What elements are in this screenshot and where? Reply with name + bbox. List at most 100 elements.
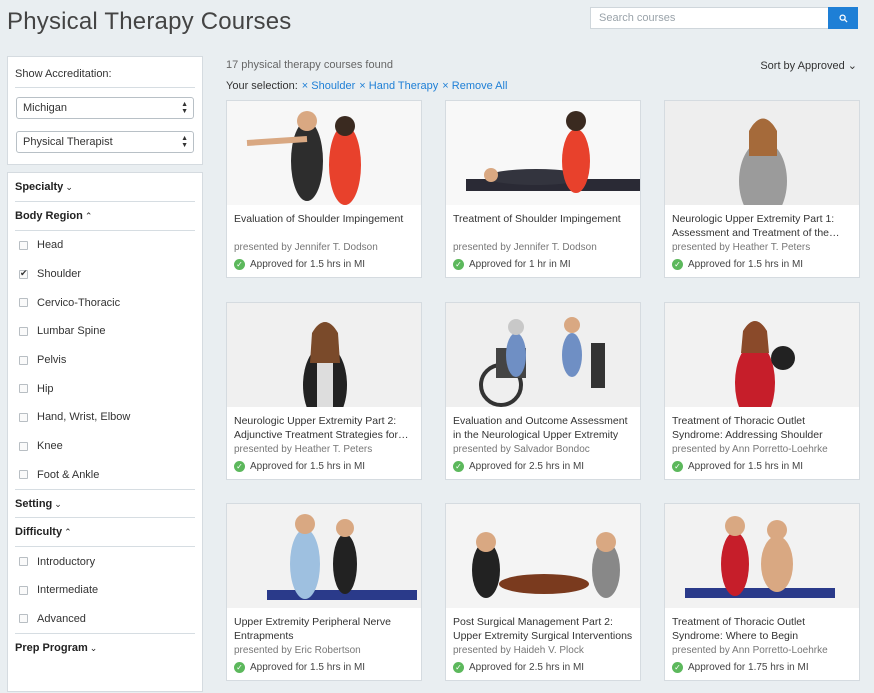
filter-section-body-region[interactable]: Body Region ⌃ [15, 202, 195, 231]
checkbox[interactable] [19, 470, 28, 480]
checkbox[interactable] [19, 557, 28, 567]
course-card[interactable]: Neurologic Upper Extremity Part 1: Asses… [664, 100, 860, 278]
course-approval: ✓ Approved for 1.5 hrs in MI [672, 461, 803, 472]
course-card[interactable]: Treatment of Thoracic Outlet Syndrome: W… [664, 503, 860, 681]
course-thumbnail[interactable] [446, 101, 640, 205]
course-card[interactable]: Treatment of Thoracic Outlet Syndrome: A… [664, 302, 860, 480]
filter-section-label: Prep Program [15, 642, 88, 655]
course-card[interactable]: Treatment of Shoulder Impingement present… [445, 100, 641, 278]
selection-label: Your selection: [226, 80, 298, 92]
course-thumbnail[interactable] [665, 504, 859, 608]
course-title[interactable]: Treatment of Shoulder Impingement [453, 212, 633, 226]
difficulty-options: Introductory Intermediate Advanced [15, 547, 195, 633]
course-card[interactable]: Neurologic Upper Extremity Part 2: Adjun… [226, 302, 422, 480]
course-thumbnail[interactable] [446, 504, 640, 608]
course-card[interactable]: Evaluation of Shoulder Impingement presen… [226, 100, 422, 278]
filter-option-label: Introductory [37, 555, 96, 568]
profession-select[interactable]: Physical Therapist ▲ ▼ [16, 131, 194, 153]
course-presenter: presented by Heather T. Peters [672, 242, 811, 253]
course-title[interactable]: Evaluation of Shoulder Impingement [234, 212, 414, 226]
course-card[interactable]: Upper Extremity Peripheral Nerve Entrapm… [226, 503, 422, 681]
checkbox[interactable] [19, 412, 28, 422]
sort-dropdown[interactable]: Sort by Approved ⌄ [760, 59, 857, 72]
checkmark-icon: ✓ [234, 259, 245, 270]
checkbox[interactable] [19, 441, 28, 451]
course-title[interactable]: Upper Extremity Peripheral Nerve Entrapm… [234, 615, 414, 643]
course-title[interactable]: Neurologic Upper Extremity Part 1: Asses… [672, 212, 852, 240]
course-card[interactable]: Evaluation and Outcome Assessment in the… [445, 302, 641, 480]
course-title[interactable]: Neurologic Upper Extremity Part 2: Adjun… [234, 414, 414, 442]
filter-option[interactable]: Lumbar Spine [15, 317, 195, 346]
checkbox[interactable] [19, 355, 28, 365]
checkmark-icon: ✓ [234, 461, 245, 472]
search-button[interactable] [828, 7, 858, 29]
checkbox[interactable] [19, 240, 28, 250]
course-approval-text: Approved for 1.5 hrs in MI [250, 662, 366, 673]
course-approval-text: Approved for 1 hr in MI [469, 259, 571, 270]
checkbox[interactable] [19, 384, 28, 394]
course-title[interactable]: Treatment of Thoracic Outlet Syndrome: W… [672, 615, 852, 643]
course-presenter: presented by Ann Porretto-Loehrke [672, 645, 828, 656]
checkbox[interactable] [19, 268, 28, 279]
selection-bar: Your selection: × Shoulder × Hand Therapy ×… [226, 80, 507, 92]
course-thumbnail[interactable] [446, 303, 640, 407]
filter-option[interactable]: Foot & Ankle [15, 461, 195, 490]
filter-option[interactable]: Introductory [15, 547, 195, 576]
course-thumbnail[interactable] [227, 101, 421, 205]
filter-option-label: Cervico-Thoracic [37, 296, 121, 309]
filter-option[interactable]: Intermediate [15, 576, 195, 605]
filter-option-label: Advanced [37, 612, 86, 625]
course-thumbnail[interactable] [665, 303, 859, 407]
course-presenter: presented by Eric Robertson [234, 645, 361, 656]
accreditation-label: Show Accreditation: [15, 57, 195, 88]
filter-option-label: Hand, Wrist, Elbow [37, 411, 131, 424]
course-approval-text: Approved for 1.5 hrs in MI [688, 461, 804, 472]
checkmark-icon: ✓ [453, 259, 464, 270]
filter-option[interactable]: Knee [15, 432, 195, 461]
filter-option[interactable]: Shoulder [15, 260, 195, 289]
course-title[interactable]: Post Surgical Management Part 2: Upper E… [453, 615, 633, 643]
selection-chip-hand-therapy[interactable]: × Hand Therapy [359, 80, 438, 92]
remove-all-link[interactable]: × Remove All [442, 80, 507, 92]
state-select-value: Michigan [23, 102, 68, 114]
checkbox[interactable] [19, 326, 28, 336]
course-approval-text: Approved for 2.5 hrs in MI [469, 662, 585, 673]
search-input[interactable] [590, 7, 828, 29]
checkbox[interactable] [19, 585, 28, 595]
chevron-down-icon: ⌄ [54, 499, 62, 510]
state-select[interactable]: Michigan ▲ ▼ [16, 97, 194, 119]
course-thumbnail[interactable] [227, 504, 421, 608]
course-approval-text: Approved for 1.5 hrs in MI [250, 259, 366, 270]
course-presenter: presented by Jennifer T. Dodson [453, 242, 597, 253]
filter-section-difficulty[interactable]: Difficulty ⌃ [15, 518, 195, 548]
filter-option[interactable]: Hand, Wrist, Elbow [15, 403, 195, 432]
search-icon [838, 13, 848, 23]
course-thumbnail[interactable] [665, 101, 859, 205]
filter-section-specialty[interactable]: Specialty ⌄ [15, 173, 195, 202]
checkbox[interactable] [19, 614, 28, 624]
filter-option-label: Head [37, 239, 64, 252]
filter-section-prep-program[interactable]: Prep Program ⌄ [15, 633, 195, 662]
filter-option[interactable]: Pelvis [15, 346, 195, 375]
search-bar [590, 7, 858, 29]
course-card[interactable]: Post Surgical Management Part 2: Upper E… [445, 503, 641, 681]
filter-option[interactable]: Advanced [15, 605, 195, 634]
body-region-options: Head Shoulder Cervico-Thoracic Lumbar Spine… [15, 231, 195, 489]
filter-option[interactable]: Head [15, 231, 195, 260]
checkmark-icon: ✓ [234, 662, 245, 673]
filters-panel: Specialty⌄ Body Region⌃ Head Shoulder Cerv… [7, 172, 203, 692]
filter-section-setting[interactable]: Setting ⌄ [15, 489, 195, 519]
checkbox[interactable] [19, 298, 28, 308]
profession-select-value: Physical Therapist [23, 136, 113, 148]
course-title[interactable]: Treatment of Thoracic Outlet Syndrome: A… [672, 414, 852, 442]
filter-option[interactable]: Hip [15, 374, 195, 403]
course-presenter: presented by Ann Porretto-Loehrke [672, 444, 828, 455]
selection-chip-shoulder[interactable]: × Shoulder [302, 80, 356, 92]
page-title: Physical Therapy Courses [7, 8, 292, 35]
chevron-up-icon: ⌃ [64, 527, 72, 538]
course-presenter: presented by Salvador Bondoc [453, 444, 590, 455]
filter-option[interactable]: Cervico-Thoracic [15, 288, 195, 317]
course-thumbnail[interactable] [227, 303, 421, 407]
checkmark-icon: ✓ [672, 259, 683, 270]
course-title[interactable]: Evaluation and Outcome Assessment in the… [453, 414, 633, 442]
